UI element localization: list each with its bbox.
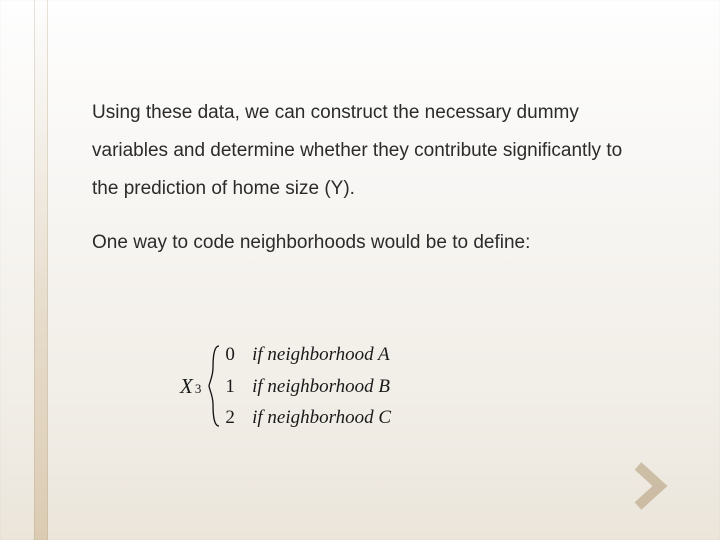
case-row: 1 if neighborhood B bbox=[225, 374, 391, 400]
case-text: if neighborhood B bbox=[246, 376, 390, 397]
content-area: Using these data, we can construct the n… bbox=[92, 94, 632, 278]
left-accent-bar bbox=[34, 0, 48, 540]
case-row: 0 if neighborhood A bbox=[225, 342, 391, 368]
equation: X 3 0 if neighborhood A 1 if neighborhoo… bbox=[180, 342, 520, 431]
chevron-right-icon bbox=[634, 462, 676, 510]
case-text: if neighborhood C bbox=[246, 407, 391, 428]
case-row: 2 if neighborhood C bbox=[225, 405, 391, 431]
case-value: 0 bbox=[225, 342, 241, 368]
equation-cases: 0 if neighborhood A 1 if neighborhood B … bbox=[225, 342, 391, 431]
paragraph-1: Using these data, we can construct the n… bbox=[92, 94, 632, 208]
case-text: if neighborhood A bbox=[246, 344, 390, 365]
equation-variable: X bbox=[180, 374, 193, 399]
case-value: 1 bbox=[225, 374, 241, 400]
equation-subscript: 3 bbox=[195, 381, 202, 397]
slide: Using these data, we can construct the n… bbox=[0, 0, 720, 540]
case-value: 2 bbox=[225, 405, 241, 431]
left-brace-icon bbox=[207, 344, 221, 428]
paragraph-2: One way to code neighborhoods would be t… bbox=[92, 224, 632, 262]
